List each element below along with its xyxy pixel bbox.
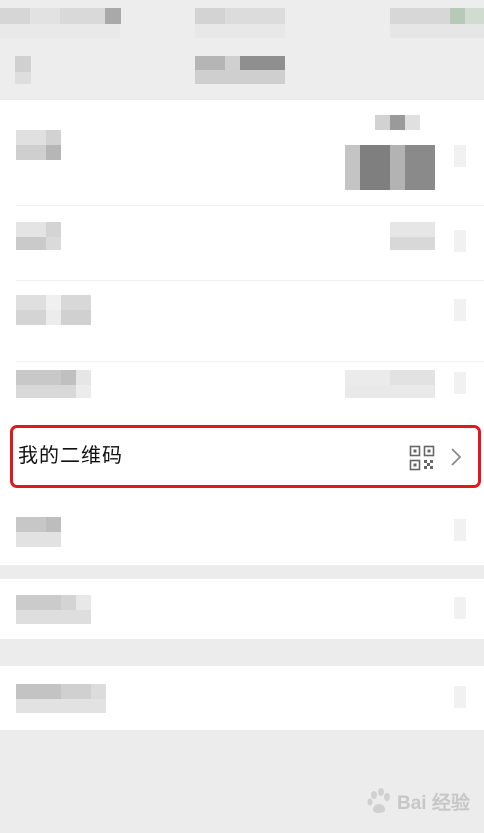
status-bar xyxy=(0,0,484,42)
list-item-6[interactable] xyxy=(0,495,484,565)
qr-highlight-box xyxy=(10,425,481,488)
back-button[interactable] xyxy=(15,56,31,72)
baidu-paw-icon xyxy=(367,788,390,813)
settings-group-3 xyxy=(0,666,484,730)
list-item-4[interactable] xyxy=(0,362,484,426)
list-item-name[interactable] xyxy=(0,206,484,280)
page-title xyxy=(195,56,225,70)
watermark: Bai 经验 xyxy=(365,786,470,816)
settings-group-2 xyxy=(0,579,484,639)
list-item-8[interactable] xyxy=(0,666,484,730)
bottom-area xyxy=(0,730,484,833)
settings-group-1 xyxy=(0,100,484,565)
watermark-text: Bai 经验 xyxy=(397,793,470,814)
nav-bar xyxy=(0,42,484,98)
screen: { "menu": { "qr_item_label": "我的二维码" }, … xyxy=(0,0,484,833)
list-item-7[interactable] xyxy=(0,579,484,639)
list-item-3[interactable] xyxy=(0,281,484,361)
list-item-avatar[interactable] xyxy=(0,100,484,205)
